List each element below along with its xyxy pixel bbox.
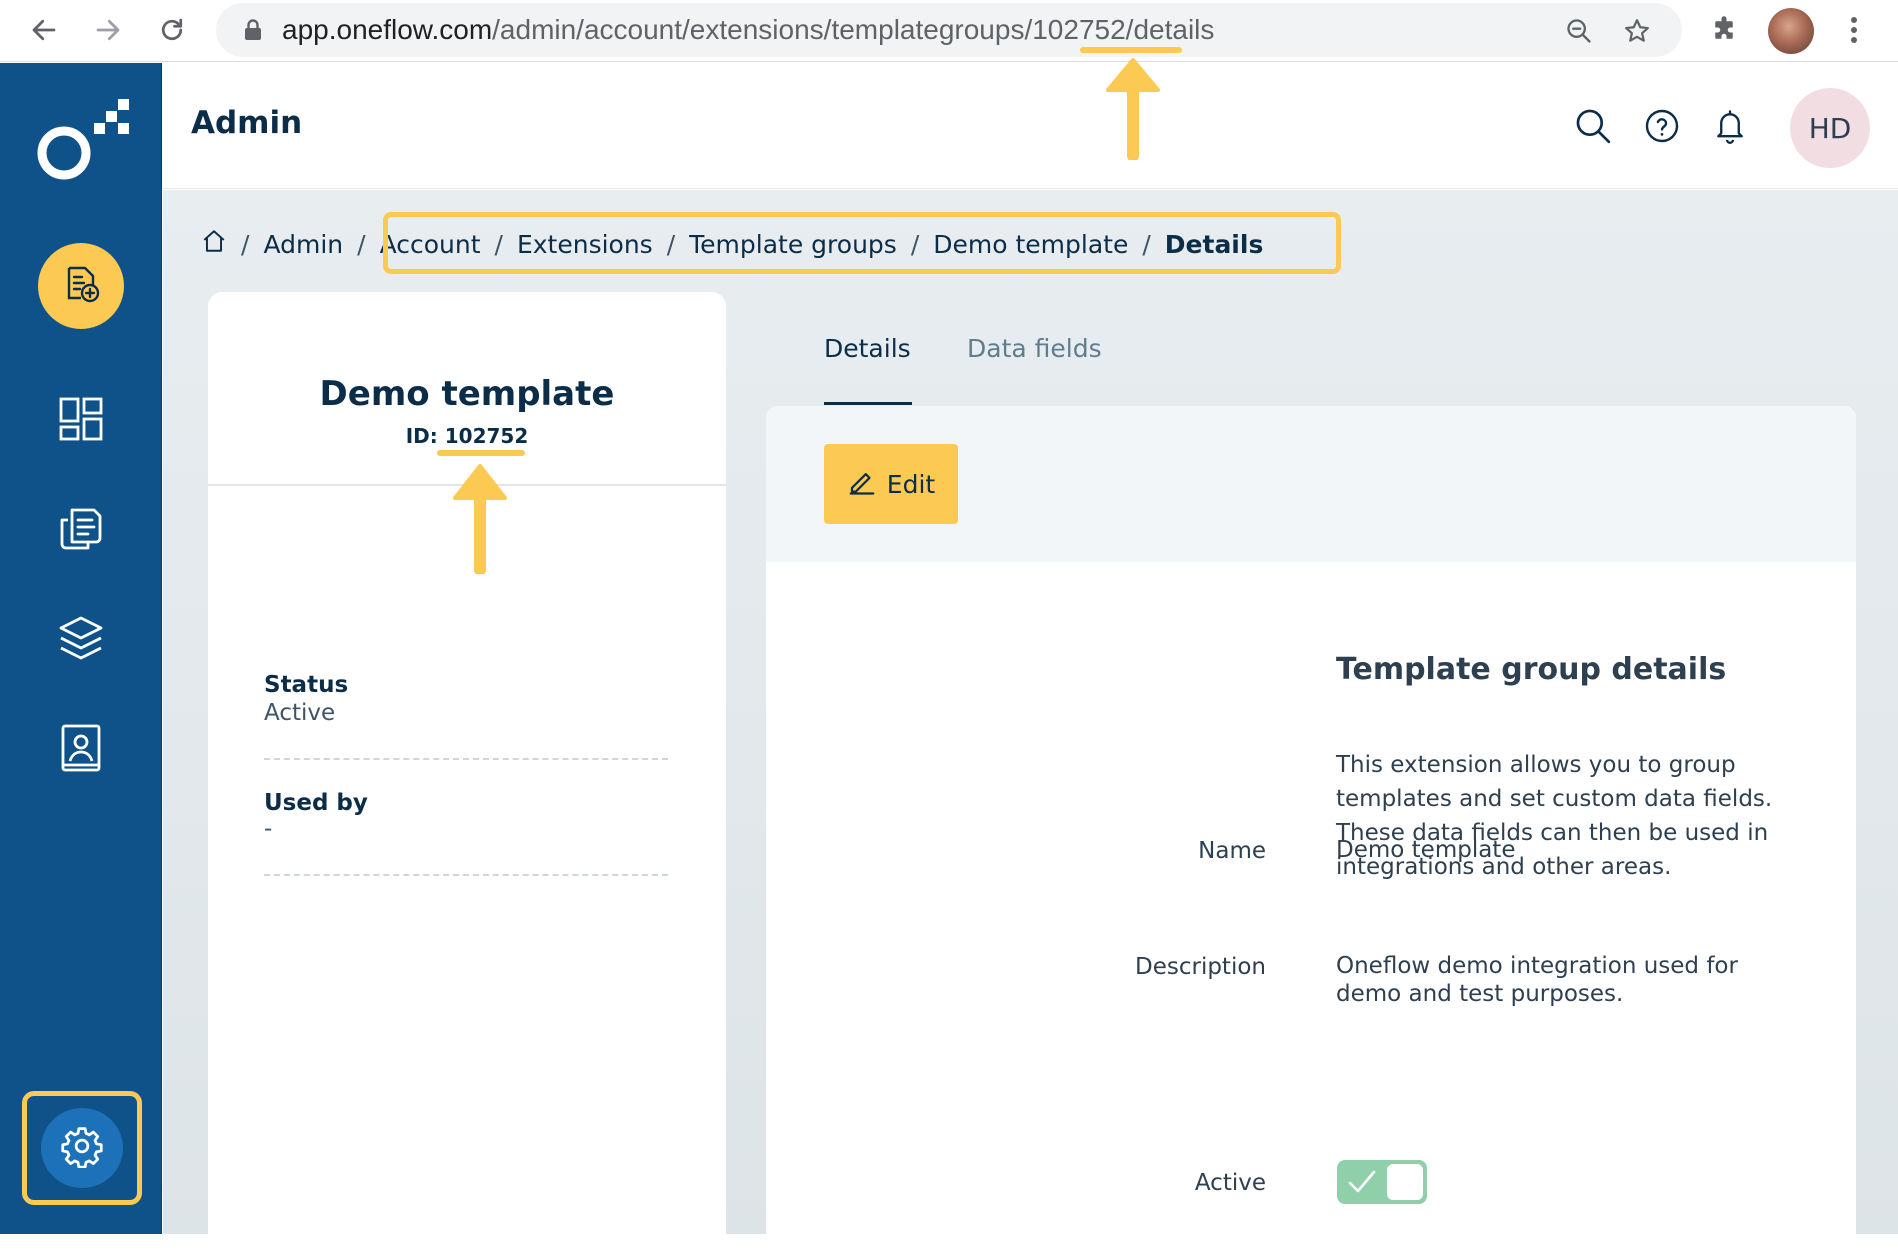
description-value: Oneflow demo integration used for demo a… (1336, 953, 1738, 1007)
name-label: Name (1198, 838, 1266, 864)
up-arrow-annotation (1106, 58, 1160, 160)
name-value: Demo template (1336, 837, 1516, 863)
check-icon (1347, 1168, 1377, 1200)
create-document-button[interactable] (38, 243, 124, 329)
card-id: ID: 102752 (208, 424, 726, 448)
address-book-icon[interactable] (52, 719, 110, 777)
puzzle-icon[interactable] (1706, 12, 1742, 48)
card-id-underline (437, 450, 525, 456)
section-title: Template group details (1336, 652, 1727, 687)
breadcrumb-highlight (383, 212, 1341, 274)
url-host: app.oneflow.com (282, 14, 493, 45)
used-by-label: Used by (264, 790, 368, 816)
toggle-knob (1387, 1164, 1423, 1200)
template-group-card: Demo template ID: 102752 Status Active U… (208, 292, 726, 1252)
breadcrumb-separator: / (241, 229, 250, 259)
panel-toolbar: Edit (766, 406, 1856, 562)
card-id-label: ID: (405, 424, 438, 448)
divider (264, 874, 668, 876)
kebab-menu-icon[interactable] (1836, 12, 1872, 48)
card-id-value: 102752 (444, 424, 529, 448)
card-title: Demo template (319, 374, 615, 414)
tab-data-fields[interactable]: Data fields (967, 334, 1102, 363)
description-label: Description (1135, 954, 1266, 980)
forward-arrow-icon[interactable] (88, 10, 128, 50)
active-tab-indicator (824, 402, 912, 405)
settings-highlight (22, 1091, 142, 1205)
settings-button[interactable] (41, 1108, 123, 1188)
user-avatar[interactable]: HD (1790, 88, 1870, 168)
browser-toolbar: app.oneflow.com/admin/account/extensions… (0, 0, 1898, 62)
url-id: 102752 (1032, 14, 1126, 45)
create-document-icon (61, 264, 101, 308)
gear-icon (60, 1124, 104, 1172)
help-icon[interactable] (1639, 103, 1685, 149)
content-area: / Admin / Account / Extensions / Templat… (163, 190, 1898, 1252)
app-header: Admin HD (163, 63, 1898, 189)
active-label: Active (1194, 1170, 1266, 1196)
bell-icon[interactable] (1707, 103, 1753, 149)
status-label: Status (264, 672, 349, 698)
used-by-value: - (264, 816, 273, 842)
back-arrow-icon[interactable] (24, 10, 64, 50)
breadcrumb-admin[interactable]: Admin (263, 230, 343, 259)
page-title: Admin (191, 105, 303, 141)
divider (264, 758, 668, 760)
zoom-icon[interactable] (1562, 14, 1596, 48)
address-bar[interactable]: app.oneflow.com/admin/account/extensions… (216, 3, 1682, 57)
documents-icon[interactable] (52, 500, 110, 558)
breadcrumb-separator: / (357, 229, 366, 259)
url-text[interactable]: app.oneflow.com/admin/account/extensions… (282, 14, 1214, 46)
url-path-end: /details (1125, 14, 1215, 45)
browser-profile-avatar[interactable] (1768, 8, 1814, 54)
active-toggle[interactable] (1337, 1160, 1427, 1204)
star-icon[interactable] (1620, 14, 1654, 48)
url-path: /admin/account/extensions/templategroups… (492, 14, 1033, 45)
details-panel: Edit Template group details This extensi… (766, 406, 1856, 1236)
edit-button[interactable]: Edit (824, 444, 958, 524)
templates-layers-icon[interactable] (52, 609, 110, 667)
tab-details[interactable]: Details (824, 334, 911, 363)
dashboard-icon[interactable] (52, 390, 110, 448)
search-icon[interactable] (1570, 103, 1616, 149)
home-icon[interactable] (201, 228, 227, 260)
reload-icon[interactable] (152, 10, 192, 50)
lock-icon[interactable] (244, 19, 262, 45)
up-arrow-annotation (453, 464, 507, 574)
status-value: Active (264, 700, 336, 726)
pencil-icon (847, 466, 877, 502)
sidebar (0, 63, 162, 1234)
edit-button-label: Edit (886, 469, 936, 499)
oneflow-logo[interactable] (34, 91, 130, 183)
url-id-underline (1080, 47, 1182, 53)
